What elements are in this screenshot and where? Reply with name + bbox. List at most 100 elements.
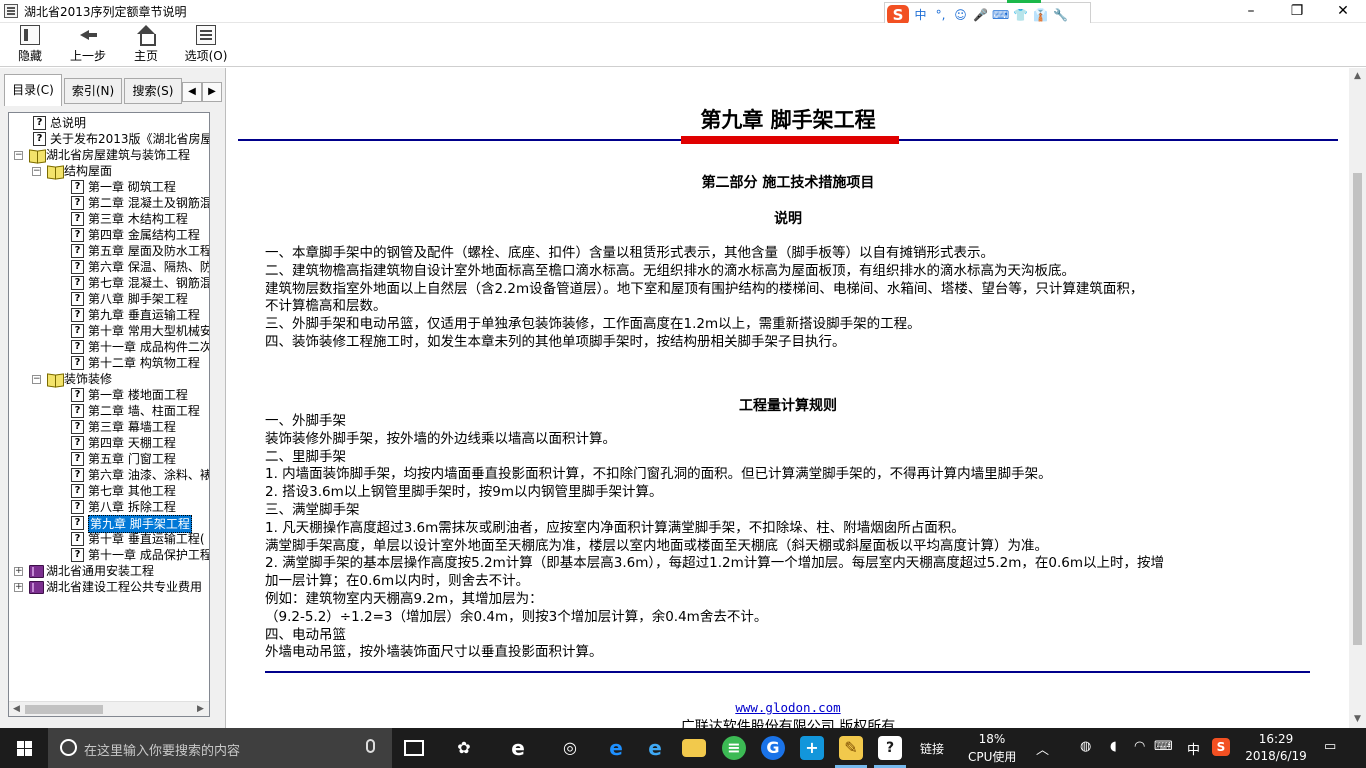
collapse-icon[interactable]: − — [32, 375, 41, 384]
ime-voice-icon[interactable]: 🎤 — [972, 8, 989, 22]
file-explorer-icon[interactable] — [682, 739, 706, 757]
tree-item[interactable]: ? 第十一章 成品保护工程 — [9, 547, 209, 563]
tree-item[interactable]: ? 第八章 脚手架工程 — [9, 291, 209, 307]
tab-search[interactable]: 搜索(S) — [124, 78, 182, 104]
tab-contents[interactable]: 目录(C) — [4, 74, 62, 106]
tab-scroll-left-icon[interactable]: ◀ — [182, 82, 202, 102]
notes-app-icon[interactable]: ✎ — [839, 736, 863, 760]
hide-button[interactable]: 隐藏 — [12, 25, 48, 65]
tree-item[interactable]: ? 第三章 幕墙工程 — [9, 419, 209, 435]
ime-shirt-icon[interactable]: 👔 — [1032, 8, 1049, 22]
document-vertical-scrollbar[interactable]: ▲ ▼ — [1349, 68, 1366, 728]
options-button[interactable]: 选项(O) — [182, 25, 230, 65]
start-button[interactable] — [0, 728, 48, 768]
tree-item[interactable]: ? 第九章 脚手架工程 — [9, 515, 209, 533]
ime-settings-icon[interactable]: 🔧 — [1052, 8, 1069, 22]
plus-app-icon[interactable]: + — [800, 736, 824, 760]
expand-icon[interactable]: + — [14, 583, 23, 592]
close-button[interactable]: ✕ — [1320, 0, 1366, 23]
tree-item[interactable]: ? 第五章 门窗工程 — [9, 451, 209, 467]
glodon-link[interactable]: www.glodon.com — [227, 700, 1349, 715]
ime-punctuation-icon[interactable]: °, — [932, 8, 949, 22]
collapse-icon[interactable]: − — [14, 151, 23, 160]
ie-icon[interactable]: e — [643, 736, 667, 760]
tree-horizontal-scrollbar[interactable]: ◀ ▶ — [9, 701, 209, 716]
tree-item[interactable]: ? 第四章 天棚工程 — [9, 435, 209, 451]
clock-date[interactable]: 2018/6/19 — [1244, 749, 1308, 763]
help-page-icon: ? — [71, 452, 84, 466]
collapse-icon[interactable]: − — [32, 167, 41, 176]
tree-item[interactable]: ? 第六章 保温、隔热、防 — [9, 259, 209, 275]
scroll-down-icon[interactable]: ▼ — [1349, 711, 1366, 728]
tree-item[interactable]: ? 第三章 木结构工程 — [9, 211, 209, 227]
tree-item[interactable]: ? 第五章 屋面及防水工程 — [9, 243, 209, 259]
tree-item[interactable]: ? 第二章 墙、柱面工程 — [9, 403, 209, 419]
tree-item[interactable]: ? 第二章 混凝土及钢筋混 — [9, 195, 209, 211]
network-icon[interactable]: ◠ — [1134, 739, 1145, 754]
ime-keyboard-icon[interactable]: ⌨ — [992, 8, 1009, 22]
keyboard-icon[interactable]: ⌨ — [1154, 739, 1173, 754]
tree-item[interactable]: ? 第六章 油漆、涂料、裱 — [9, 467, 209, 483]
tree-item[interactable]: ? 总说明 — [9, 115, 209, 131]
tray-app-icon[interactable]: ◍ — [1080, 739, 1091, 754]
tree-item[interactable]: ? 第一章 砌筑工程 — [9, 179, 209, 195]
tree-item[interactable]: + 湖北省通用安装工程 — [9, 563, 209, 579]
back-button[interactable]: 上一步 — [66, 25, 110, 65]
tree-item[interactable]: ? 第四章 金属结构工程 — [9, 227, 209, 243]
explanation-line: 一、本章脚手架中的钢管及配件（螺栓、底座、扣件）含量以租赁形式表示，其他含量（脚… — [265, 245, 994, 261]
tree-item[interactable]: ? 第十二章 构筑物工程 — [9, 355, 209, 371]
help-page-icon: ? — [71, 308, 84, 322]
help-viewer-icon[interactable]: ? — [878, 736, 902, 760]
glodon-g-icon[interactable]: G — [761, 736, 785, 760]
tree-item[interactable]: + 湖北省建设工程公共专业费用 — [9, 579, 209, 595]
scroll-left-icon[interactable]: ◀ — [9, 702, 24, 716]
scroll-thumb[interactable] — [1353, 173, 1362, 645]
browser-e-icon[interactable]: e — [506, 736, 530, 760]
pinwheel-app-icon[interactable]: ✿ — [452, 736, 476, 760]
ime-skin-icon[interactable]: 👕 — [1012, 8, 1029, 22]
document-view: 第九章 脚手架工程 第二部分 施工技术措施项目 说明 一、本章脚手架中的钢管及配… — [227, 68, 1349, 728]
microphone-icon[interactable] — [366, 739, 375, 753]
tree-item[interactable]: ? 第七章 混凝土、钢筋混 — [9, 275, 209, 291]
maximize-button[interactable]: ❐ — [1274, 0, 1320, 23]
tab-index[interactable]: 索引(N) — [64, 78, 122, 104]
tree-item[interactable]: ? 第十章 垂直运输工程( — [9, 531, 209, 547]
search-placeholder: 在这里输入你要搜索的内容 — [84, 744, 241, 759]
ime-chinese-mode[interactable]: 中 — [912, 6, 929, 23]
tree-item[interactable]: − 装饰装修 — [9, 371, 209, 387]
ime-emoji-icon[interactable]: ☺ — [952, 8, 969, 22]
tree-item[interactable]: ? 第一章 楼地面工程 — [9, 387, 209, 403]
sogou-tray-icon[interactable]: S — [1212, 738, 1230, 756]
help-page-icon: ? — [71, 244, 84, 258]
taskbar-search[interactable]: 在这里输入你要搜索的内容 — [48, 728, 392, 768]
input-language-indicator[interactable]: 中 — [1187, 739, 1200, 758]
sogou-logo-icon[interactable]: S — [887, 4, 909, 25]
volume-icon[interactable]: ◖ — [1110, 739, 1117, 754]
task-view-icon[interactable] — [404, 740, 424, 756]
tree-item[interactable]: ? 第九章 垂直运输工程 — [9, 307, 209, 323]
tree-item[interactable]: ? 第八章 拆除工程 — [9, 499, 209, 515]
action-center-icon[interactable]: ▭ — [1324, 739, 1336, 754]
tree-item[interactable]: − 结构屋面 — [9, 163, 209, 179]
minimize-button[interactable]: – — [1228, 0, 1274, 23]
tree-item[interactable]: ? 第七章 其他工程 — [9, 483, 209, 499]
scroll-right-icon[interactable]: ▶ — [193, 702, 208, 716]
home-button[interactable]: 主页 — [130, 25, 162, 65]
expand-icon[interactable]: + — [14, 567, 23, 576]
tree-item[interactable]: ? 第十章 常用大型机械安 — [9, 323, 209, 339]
scroll-thumb[interactable] — [25, 705, 103, 714]
tray-expand-icon[interactable]: ︿ — [1036, 739, 1049, 758]
green-app-icon[interactable]: ≡ — [722, 736, 746, 760]
tab-scroll-right-icon[interactable]: ▶ — [202, 82, 222, 102]
scroll-up-icon[interactable]: ▲ — [1349, 68, 1366, 85]
contents-tree[interactable]: ? 总说明? 关于发布2013版《湖北省房屋 − 湖北省房屋建筑与装饰工程 − 结构屋面? 第… — [8, 112, 210, 717]
tree-item[interactable]: ? 第十一章 成品构件二次 — [9, 339, 209, 355]
edge-icon[interactable]: e — [604, 736, 628, 760]
explanation-line: 不计算檐高和层数。 — [265, 298, 387, 315]
links-toolbar[interactable]: 链接 — [920, 740, 944, 757]
home-label: 主页 — [133, 49, 158, 63]
360-browser-icon[interactable]: ◎ — [558, 736, 582, 760]
tree-item[interactable]: ? 关于发布2013版《湖北省房屋 — [9, 131, 209, 147]
tree-item[interactable]: − 湖北省房屋建筑与装饰工程 — [9, 147, 209, 163]
clock-time[interactable]: 16:29 — [1244, 732, 1308, 746]
